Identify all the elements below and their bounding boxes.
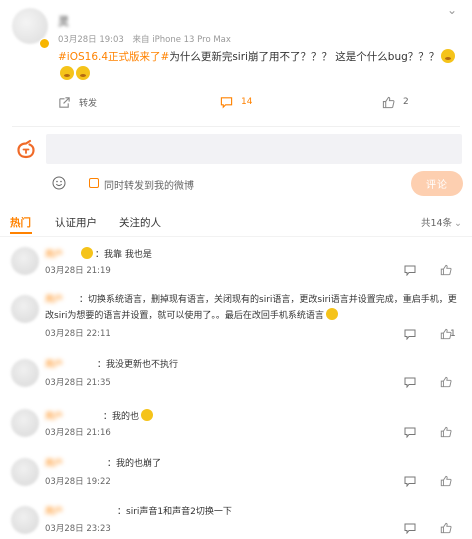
comment-text: 用户 ：我没更新也不执行 [45, 359, 465, 372]
comment-time: 03月28日 19:22 [45, 477, 111, 487]
commenter-name[interactable]: 用户 [45, 458, 107, 469]
reply-icon[interactable] [404, 427, 416, 438]
commenter-avatar[interactable] [11, 247, 39, 275]
chevron-down-icon: ⌄ [454, 218, 462, 229]
commenter-avatar[interactable] [11, 506, 39, 534]
active-tab-indicator [10, 232, 32, 234]
emoji-icon [441, 49, 456, 63]
post-actions: 转发 14 2 [58, 94, 418, 110]
reply-icon[interactable] [404, 377, 416, 388]
reply-icon[interactable] [404, 476, 416, 487]
comment-icon [220, 96, 233, 108]
comment-body: ：siri声音1和声音2切换一下 [117, 507, 232, 517]
divider [12, 126, 460, 127]
post-time[interactable]: 03月28日 19:03 [58, 35, 124, 45]
submit-comment-button[interactable]: 评论 [411, 171, 463, 196]
comment-item: 用户 ：我没更新也不执行 03月28日 21:35 [0, 355, 472, 399]
comment-time: 03月28日 21:19 [45, 266, 111, 276]
like-icon [382, 96, 395, 108]
comment-total[interactable]: 共14条 ⌄ [421, 215, 462, 229]
comment-body: ：我的也崩了 [107, 459, 162, 469]
emoji-icon [81, 247, 93, 259]
forward-checkbox[interactable] [89, 178, 99, 188]
comment-time: 03月28日 22:11 [45, 329, 111, 339]
divider [0, 236, 472, 237]
post-source: 来自 iPhone 13 Pro Max [132, 35, 231, 45]
like-icon[interactable] [440, 376, 452, 388]
comment-like-count: 1 [450, 329, 456, 339]
comment-count: 14 [241, 97, 253, 107]
commenter-avatar[interactable] [11, 458, 39, 486]
tab-certified[interactable]: 认证用户 [55, 215, 97, 230]
tab-following[interactable]: 关注的人 [119, 215, 161, 230]
comment-time: 03月28日 21:35 [45, 378, 111, 388]
like-icon[interactable] [440, 264, 452, 276]
comment-body: ：我的也 [103, 412, 140, 422]
tab-hot[interactable]: 热门 [10, 215, 31, 230]
commenter-name[interactable]: 用户 [45, 293, 79, 305]
verified-badge-icon [39, 38, 50, 49]
post-meta: 03月28日 19:03 来自 iPhone 13 Pro Max [58, 33, 231, 45]
commenter-name[interactable]: 用户 [45, 249, 79, 260]
forward-button[interactable]: 转发 [58, 94, 97, 110]
comment-body: ：我靠 我也是 [95, 250, 152, 260]
emoji-icon [325, 308, 338, 320]
comment-tabs: 热门 认证用户 关注的人 共14条 ⌄ [0, 212, 472, 234]
commenter-name[interactable]: 用户 [45, 506, 117, 517]
comment-item: 用户 ：切换系统语言，删掉现有语言，关闭现有的siri语言，更改siri语言并设置… [0, 291, 472, 347]
like-icon[interactable] [440, 522, 452, 534]
weibo-logo-icon [17, 139, 35, 159]
comment-input[interactable] [46, 134, 462, 164]
comment-button[interactable]: 14 [220, 94, 252, 110]
emoji-icon [141, 409, 154, 421]
topic-link[interactable]: #iOS16.4正式版来了# [58, 51, 169, 63]
comment-item: 用户 ：我的也崩了 03月28日 19:22 [0, 454, 472, 498]
commenter-name[interactable]: 用户 [45, 411, 103, 422]
comment-text: 用户 ：我的也崩了 [45, 458, 465, 471]
comment-text: 用户 ：切换系统语言，删掉现有语言，关闭现有的siri语言，更改siri语言并设置… [45, 293, 463, 324]
chevron-down-icon[interactable]: ⌄ [445, 4, 459, 16]
emoji-picker-icon[interactable] [52, 176, 66, 190]
like-icon[interactable] [440, 426, 452, 438]
commenter-avatar[interactable] [11, 359, 39, 387]
comment-time: 03月28日 23:23 [45, 524, 111, 534]
emoji-icon [60, 66, 74, 80]
reply-icon[interactable] [404, 265, 416, 276]
forward-checkbox-label[interactable]: 同时转发到我的微博 [104, 177, 194, 192]
like-count: 2 [403, 97, 409, 107]
comment-item: 用户 ：我靠 我也是 03月28日 21:19 [0, 243, 472, 287]
comment-text: 用户 ：siri声音1和声音2切换一下 [45, 506, 465, 519]
comment-body: ：切换系统语言，删掉现有语言，关闭现有的siri语言，更改siri语言并设置完成… [45, 295, 457, 321]
post-author-name[interactable]: 灵 [58, 13, 118, 28]
comment-item: 用户 ：siri声音1和声音2切换一下 03月28日 23:23 [0, 502, 472, 538]
emoji-icon [76, 66, 90, 80]
comment-time: 03月28日 21:16 [45, 428, 111, 438]
forward-icon [59, 96, 70, 108]
like-icon[interactable] [440, 475, 452, 487]
reply-icon[interactable] [404, 329, 416, 340]
comment-item: 用户 ：我的也 03月28日 21:16 [0, 405, 472, 449]
comment-total-label: 共14条 [420, 218, 453, 229]
comment-text: 用户 ：我靠 我也是 [45, 247, 465, 262]
reply-icon[interactable] [404, 523, 416, 534]
commenter-avatar[interactable] [11, 295, 39, 323]
post-body: 为什么更新完siri崩了用不了？？？ 这是个什么bug？？？ [169, 51, 440, 63]
comment-body: ：我没更新也不执行 [97, 360, 179, 370]
comment-text: 用户 ：我的也 [45, 409, 465, 424]
forward-label: 转发 [79, 98, 98, 109]
commenter-name[interactable]: 用户 [45, 359, 97, 370]
like-button[interactable]: 2 [382, 94, 409, 110]
commenter-avatar[interactable] [11, 409, 39, 437]
post-text: #iOS16.4正式版来了#为什么更新完siri崩了用不了？？？ 这是个什么bu… [58, 49, 460, 83]
